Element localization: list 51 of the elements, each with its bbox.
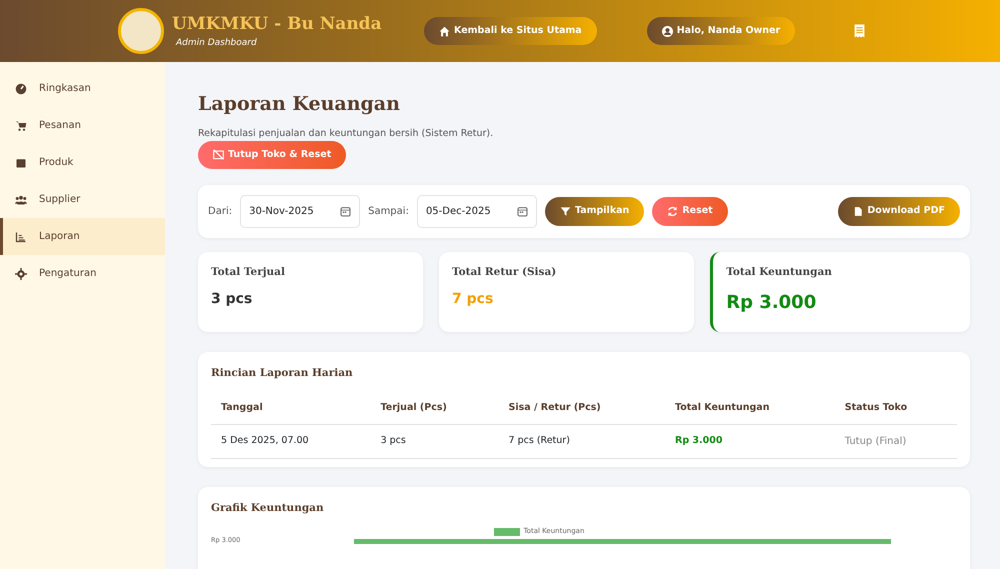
column-header: Tanggal bbox=[211, 392, 371, 424]
sidebar-item[interactable]: Ringkasan bbox=[0, 70, 165, 107]
sidebar-item[interactable]: Pengaturan bbox=[0, 255, 165, 292]
stat-value: Rp 3.000 bbox=[726, 290, 818, 315]
table-cell: Tutup (Final) bbox=[834, 424, 957, 458]
date-label: Dari: bbox=[208, 205, 232, 219]
column-header: Terjual (Pcs) bbox=[370, 392, 499, 424]
date-label: Sampai: bbox=[368, 205, 409, 219]
panel-title: Rincian Laporan Harian bbox=[211, 366, 354, 381]
page-title: Laporan Keuangan bbox=[198, 92, 401, 117]
panel-title: Grafik Keuntungan bbox=[211, 501, 325, 516]
column-header: Total Keuntungan bbox=[665, 392, 835, 424]
stat-label: Total Keuntungan bbox=[726, 265, 833, 280]
filter-icon bbox=[560, 206, 571, 217]
sidebar-item[interactable]: Pesanan bbox=[0, 107, 165, 144]
table-cell: 3 pcs bbox=[370, 424, 499, 458]
brand-subtitle: Admin Dashboard bbox=[176, 37, 258, 50]
stat-value: 3 pcs bbox=[211, 290, 254, 309]
sidebar-item[interactable]: Produk bbox=[0, 144, 165, 181]
box-icon bbox=[15, 156, 27, 168]
legend-swatch bbox=[494, 528, 520, 536]
download-pdf-button[interactable]: Download PDF bbox=[838, 197, 960, 226]
chart-icon bbox=[15, 230, 27, 242]
column-header: Status Toko bbox=[834, 392, 957, 424]
logo bbox=[118, 8, 164, 54]
users-icon bbox=[15, 194, 27, 206]
date-to-field[interactable]: 05-Dec-2025 bbox=[416, 195, 537, 228]
file-icon bbox=[853, 206, 864, 217]
user-button[interactable]: Halo, Nanda Owner bbox=[646, 16, 796, 46]
table-cell: Rp 3.000 bbox=[665, 424, 835, 458]
receipt-icon[interactable] bbox=[853, 23, 866, 39]
date-from-field[interactable]: 30-Nov-2025 bbox=[240, 195, 360, 228]
sidebar-item[interactable]: Supplier bbox=[0, 181, 165, 218]
stat-label: Total Terjual bbox=[211, 265, 286, 280]
page-description: Rekapitulasi penjualan dan keuntungan bersih (Sistem Retur). bbox=[198, 126, 494, 140]
column-header: Sisa / Retur (Pcs) bbox=[498, 392, 665, 424]
cart-icon bbox=[15, 120, 27, 132]
calendar-icon bbox=[340, 206, 352, 217]
table-cell: 7 pcs (Retur) bbox=[498, 424, 665, 458]
table-cell: 5 Des 2025, 07.00 bbox=[211, 424, 371, 458]
refresh-icon bbox=[667, 206, 678, 217]
stat-label: Total Retur (Sisa) bbox=[452, 265, 558, 280]
user-icon bbox=[662, 26, 673, 36]
calendar-icon bbox=[516, 206, 528, 217]
stat-value: 7 pcs bbox=[452, 290, 494, 309]
store-slash-icon bbox=[213, 149, 224, 160]
sidebar-item[interactable]: Laporan bbox=[0, 218, 165, 255]
brand-title: UMKMKU - Bu Nanda bbox=[172, 12, 382, 36]
home-button[interactable]: Kembali ke Situs Utama bbox=[424, 16, 597, 46]
gauge-icon bbox=[15, 82, 27, 94]
home-icon bbox=[439, 26, 450, 36]
